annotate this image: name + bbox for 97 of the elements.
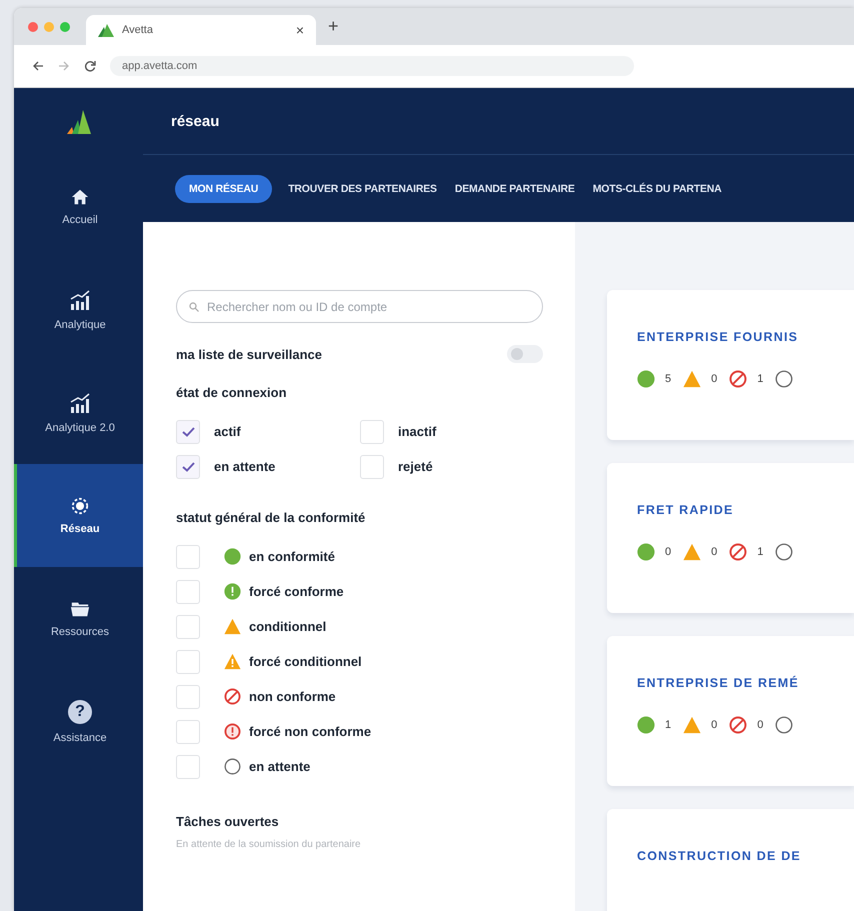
filled-circle-icon <box>224 548 241 565</box>
section-subtitle: En attente de la soumission du partenaire <box>176 839 362 850</box>
option-label: rejeté <box>398 459 433 474</box>
tab-title: Avetta <box>122 24 153 36</box>
option-label: conditionnel <box>249 619 326 634</box>
status-count: 1 <box>757 373 764 385</box>
maximize-window-dot[interactable] <box>60 22 70 32</box>
page-title: réseau <box>171 112 220 130</box>
section-heading: état de connexion <box>176 385 288 400</box>
status-count: 1 <box>757 546 764 558</box>
minimize-window-dot[interactable] <box>44 22 54 32</box>
partner-name: CONSTRUCTION DE DE <box>637 849 802 863</box>
prohibited-icon <box>729 543 748 561</box>
help-icon: ? <box>68 700 92 724</box>
checkbox[interactable] <box>176 614 200 638</box>
checkbox[interactable] <box>176 720 200 744</box>
network-icon <box>71 496 89 514</box>
partner-name: ENTREPRISE DE REMÉ <box>637 676 800 690</box>
warning-triangle-icon <box>683 370 702 388</box>
partner-name: ENTERPRISE FOURNIS <box>637 330 800 344</box>
watchlist-toggle[interactable] <box>507 345 543 363</box>
circle-exclamation-icon <box>224 583 241 600</box>
option-label: en conformité <box>249 549 335 564</box>
sidebar-item[interactable]: Ressources <box>14 567 143 670</box>
checkbox[interactable] <box>176 544 200 568</box>
sidebar-item[interactable]: Analytique 2.0 <box>14 361 143 464</box>
option-label: inactif <box>398 424 436 439</box>
empty-circle-icon <box>775 543 794 561</box>
status-count: 5 <box>665 373 672 385</box>
checkbox[interactable] <box>176 580 200 604</box>
logo-icon <box>66 110 92 134</box>
checkbox[interactable] <box>360 454 384 478</box>
option-label: forcé conditionnel <box>249 654 362 669</box>
section-heading: statut général de la conformité <box>176 510 366 525</box>
checkmark-icon <box>182 426 194 436</box>
partner-name: FRET RAPIDE <box>637 503 735 517</box>
option-label: en attente <box>214 459 276 474</box>
search-field[interactable]: Rechercher nom ou ID de compte <box>176 290 543 323</box>
sidebar-item[interactable]: Réseau <box>14 464 143 567</box>
option-label: forcé conforme <box>249 584 344 599</box>
nav-tab[interactable]: MON RÉSEAU <box>175 174 272 202</box>
empty-circle-icon <box>775 716 794 734</box>
warning-triangle-icon <box>683 716 702 734</box>
option-label: forcé non conforme <box>249 724 372 739</box>
checkbox[interactable] <box>176 454 200 478</box>
warning-exclamation-icon <box>224 653 241 670</box>
checkbox[interactable] <box>176 754 200 778</box>
option-label: en attente <box>249 759 310 774</box>
checkbox[interactable] <box>176 650 200 674</box>
status-count: 1 <box>665 719 672 731</box>
partner-card[interactable]: CONSTRUCTION DE DE <box>607 809 854 911</box>
status-count: 0 <box>757 719 764 731</box>
prohibited-icon <box>729 370 748 388</box>
checkmark-icon <box>182 462 194 472</box>
option-label: actif <box>214 424 241 439</box>
status-count: 0 <box>665 546 672 558</box>
section-heading: Tâches ouvertes <box>176 814 280 829</box>
sidebar-item[interactable]: Analytique <box>14 258 143 361</box>
watchlist-label: ma liste de surveillance <box>176 346 322 362</box>
prohibited-icon <box>729 716 748 734</box>
checkbox[interactable] <box>176 420 200 444</box>
checkbox[interactable] <box>176 684 200 708</box>
partner-card[interactable]: ENTERPRISE FOURNIS 5 0 1 <box>607 290 854 440</box>
status-count: 0 <box>711 373 718 385</box>
close-window-dot[interactable] <box>28 22 38 32</box>
filled-circle-icon <box>637 716 655 734</box>
sidebar-item[interactable]: Accueil <box>14 155 143 258</box>
close-tab-button[interactable]: × <box>296 22 304 38</box>
empty-circle-icon <box>224 758 241 775</box>
option-label: non conforme <box>249 689 336 704</box>
back-arrow-icon[interactable] <box>32 60 44 72</box>
nav-tab[interactable]: TROUVER DES PARTENAIRES <box>286 174 439 202</box>
sidebar-item[interactable]: ? Assistance <box>14 670 143 773</box>
bar-chart-icon <box>69 392 91 414</box>
forward-arrow-icon[interactable] <box>58 60 70 72</box>
partner-card[interactable]: FRET RAPIDE 0 0 1 <box>607 463 854 613</box>
bar-chart-icon <box>69 288 91 310</box>
reload-icon[interactable] <box>84 60 96 72</box>
address-field[interactable]: app.avetta.com <box>110 56 634 76</box>
prohibited-icon <box>224 688 241 705</box>
status-count: 0 <box>711 546 718 558</box>
status-count: 0 <box>711 719 718 731</box>
partner-card[interactable]: ENTREPRISE DE REMÉ 1 0 0 <box>607 636 854 786</box>
warning-triangle-icon <box>683 543 702 561</box>
browser-tab[interactable]: Avetta × <box>86 15 316 45</box>
home-icon <box>71 188 89 206</box>
checkbox[interactable] <box>360 420 384 444</box>
nav-tab[interactable]: DEMANDE PARTENAIRE <box>452 174 577 202</box>
new-tab-button[interactable]: + <box>328 16 339 37</box>
filled-circle-icon <box>637 543 655 561</box>
alert-circle-icon <box>224 723 241 740</box>
filled-circle-icon <box>637 370 655 388</box>
warning-triangle-icon <box>224 618 241 635</box>
nav-tab[interactable]: MOTS-CLÉS DU PARTENA <box>590 174 724 202</box>
folder-icon <box>70 600 90 618</box>
empty-circle-icon <box>775 370 794 388</box>
logo-icon <box>98 24 114 36</box>
